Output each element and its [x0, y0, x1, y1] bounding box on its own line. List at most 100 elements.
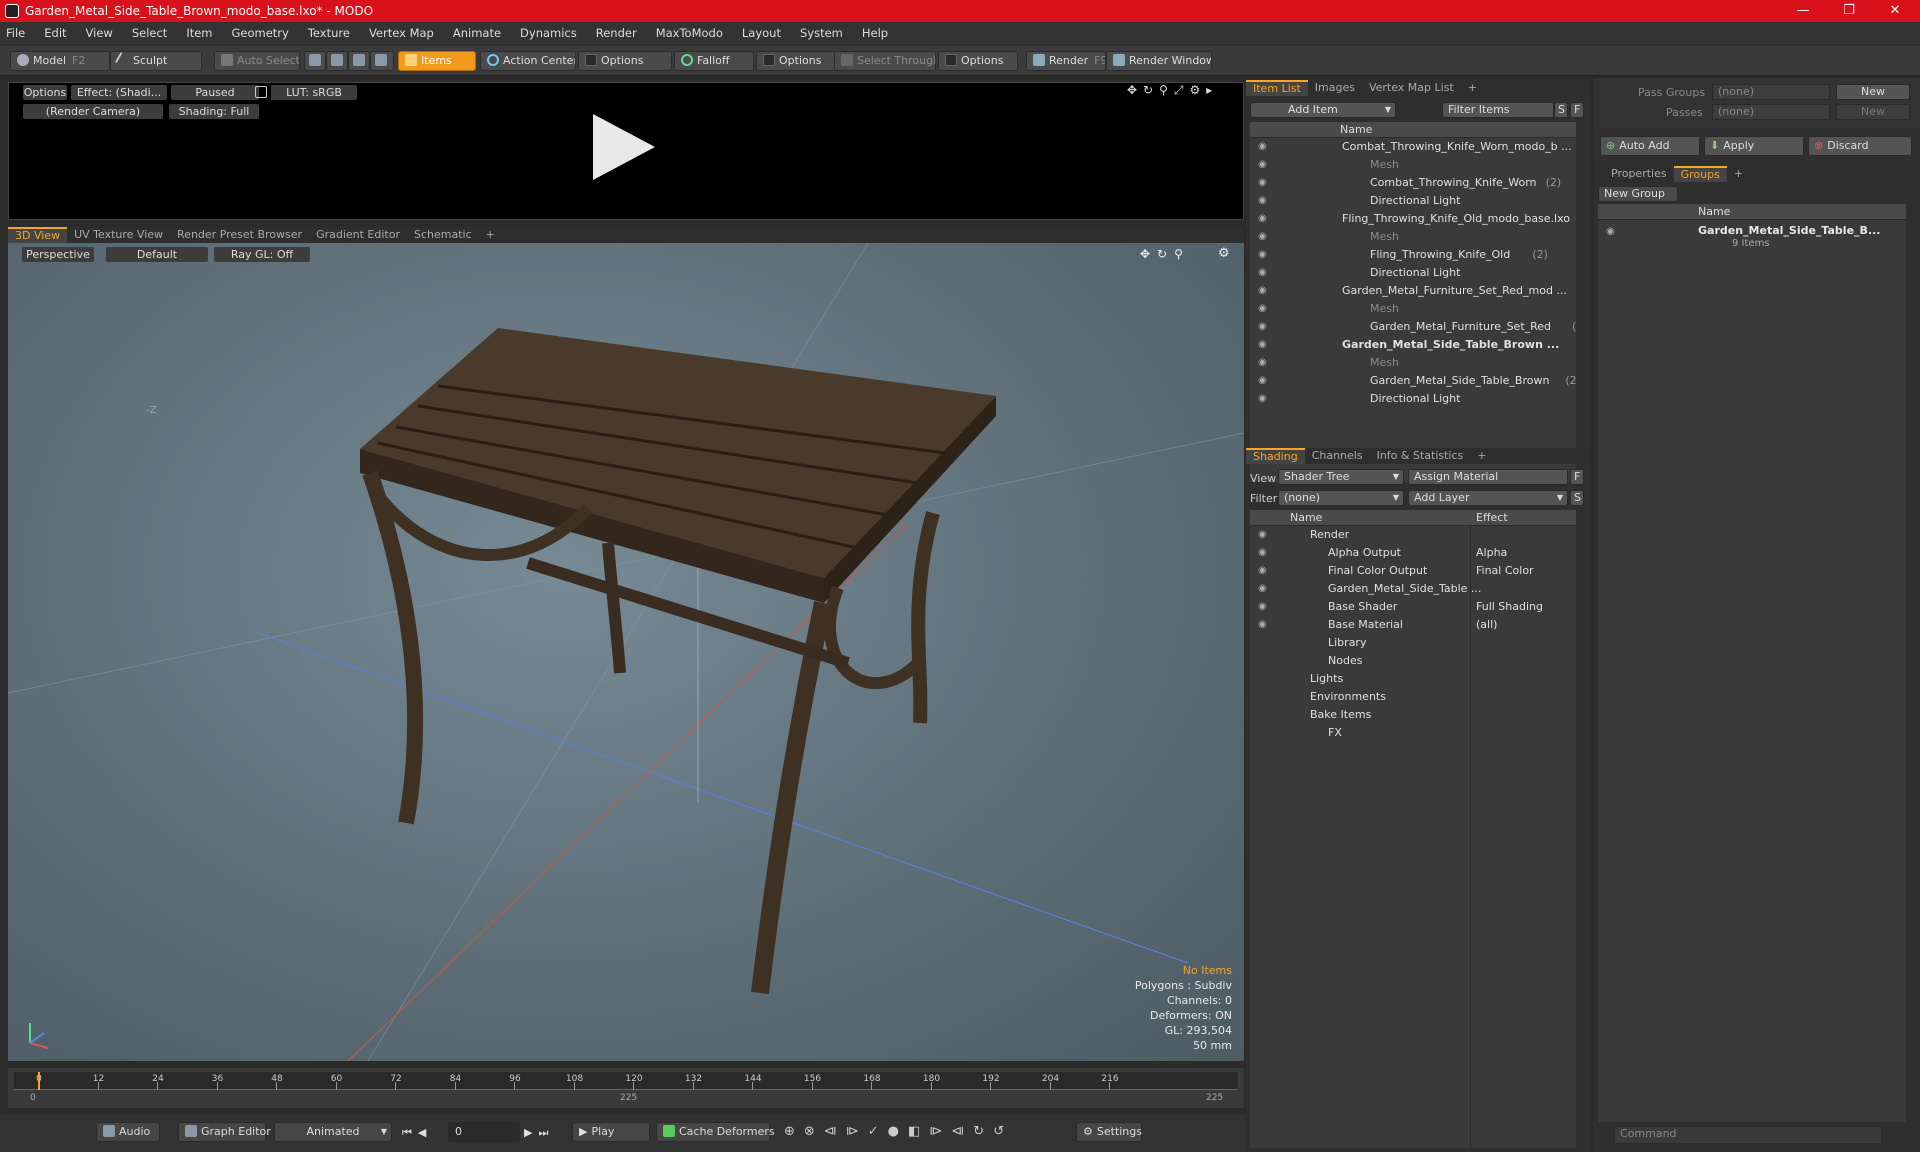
item-list-row[interactable]: ◉ Mesh — [1250, 228, 1576, 246]
tab-3d-view[interactable]: 3D View — [8, 227, 68, 243]
shader-tree-row[interactable]: ◉ Base Shader Full Shading — [1250, 598, 1576, 616]
menu-geometry[interactable]: Geometry — [232, 26, 289, 40]
eye-icon[interactable]: ◉ — [1258, 142, 1270, 152]
menu-vertex-map[interactable]: Vertex Map — [369, 26, 434, 40]
item-list-row[interactable]: ◉ Garden_Metal_Furniture_Set_Red_mod ... — [1250, 282, 1576, 300]
eye-icon[interactable]: ◉ — [1258, 250, 1270, 260]
menu-maxtomodo[interactable]: MaxToModo — [656, 26, 723, 40]
shader-tree-row[interactable]: ◉ Base Material (all) — [1250, 616, 1576, 634]
item-list-row[interactable]: ◉ Combat_Throwing_Knife_Worn (2) — [1250, 174, 1576, 192]
eye-icon[interactable]: ◉ — [1258, 602, 1270, 612]
vertices-mode-button[interactable] — [304, 51, 326, 71]
tab-vertex-map-list[interactable]: Vertex Map List — [1362, 80, 1461, 96]
model-mode-button[interactable]: Model F2 — [10, 51, 110, 71]
item-list-row[interactable]: ◉ Garden_Metal_Furniture_Set_Red (2) — [1250, 318, 1576, 336]
edges-mode-button[interactable] — [326, 51, 348, 71]
3d-viewport[interactable]: -Z Perspective Default Ray GL: Off ✥↻⚲ ⚙… — [8, 243, 1244, 1061]
eye-icon[interactable]: ◉ — [1258, 304, 1270, 314]
eye-icon[interactable]: ◉ — [1258, 530, 1270, 540]
add-tab-button[interactable]: + — [1470, 448, 1493, 464]
shader-filter-dropdown[interactable]: (none) ▼ — [1278, 490, 1404, 506]
eye-icon[interactable]: ◉ — [1258, 214, 1270, 224]
graph-editor-button[interactable]: Graph Editor — [178, 1122, 271, 1142]
item-list-row[interactable]: ◉ Garden_Metal_Side_Table_Brown ... — [1250, 336, 1576, 354]
shader-tree-row[interactable]: ◉ Alpha Output Alpha — [1250, 544, 1576, 562]
add-tab-button[interactable]: + — [1461, 80, 1484, 96]
filter-items-input[interactable]: Filter Items — [1442, 102, 1554, 118]
animated-dropdown[interactable]: Animated ▼ — [274, 1122, 392, 1142]
maximize-button[interactable]: ❐ — [1826, 0, 1872, 22]
item-list-row[interactable]: ◉ Fling_Throwing_Knife_Old_modo_base.lxo — [1250, 210, 1576, 228]
tab-info-statistics[interactable]: Info & Statistics — [1370, 448, 1471, 464]
perspective-dropdown[interactable]: Perspective — [22, 247, 94, 262]
menu-texture[interactable]: Texture — [308, 26, 350, 40]
group-name[interactable]: Garden_Metal_Side_Table_B... — [1698, 224, 1880, 237]
eye-icon[interactable]: ◉ — [1258, 196, 1270, 206]
shader-tree-row[interactable]: ◉ Final Color Output Final Color — [1250, 562, 1576, 580]
shader-tree-row[interactable]: FX — [1250, 724, 1576, 742]
preview-options-button[interactable]: Options — [23, 85, 67, 100]
item-filter-s-button[interactable]: S — [1554, 102, 1568, 118]
shader-tree-row[interactable]: Nodes — [1250, 652, 1576, 670]
view-style-dropdown[interactable]: Default — [106, 247, 208, 262]
materials-mode-button[interactable] — [370, 51, 394, 71]
apply-button[interactable]: ⬇ Apply — [1704, 136, 1804, 156]
preview-paused-toggle[interactable]: Paused — [171, 85, 259, 100]
pass-groups-dropdown[interactable]: (none) — [1712, 84, 1830, 100]
cache-deformers-button[interactable]: Cache Deformers — [656, 1122, 775, 1142]
eye-icon[interactable]: ◉ — [1258, 376, 1270, 386]
shading-f-button[interactable]: F — [1570, 469, 1584, 485]
transport-forward-icons[interactable]: ▶⏭ — [524, 1126, 554, 1140]
new-pass-group-button[interactable]: New — [1836, 84, 1910, 100]
shader-effect-dropdown[interactable]: Final Color — [1476, 562, 1534, 580]
tab-groups[interactable]: Groups — [1673, 166, 1727, 182]
action-center-options-button[interactable]: Options — [578, 51, 672, 71]
add-tab-button[interactable]: + — [479, 227, 502, 243]
eye-icon[interactable]: ◉ — [1258, 268, 1270, 278]
shader-tree-row[interactable]: Environments — [1250, 688, 1576, 706]
discard-button[interactable]: ⊗ Discard — [1808, 136, 1912, 156]
items-mode-button[interactable]: Items — [398, 51, 476, 71]
shader-view-dropdown[interactable]: Shader Tree ▼ — [1278, 469, 1404, 485]
close-button[interactable]: ✕ — [1872, 0, 1918, 22]
garden-side-table-model[interactable] — [360, 328, 996, 995]
command-input[interactable]: Command — [1614, 1126, 1882, 1144]
shader-tree-row[interactable]: Bake Items — [1250, 706, 1576, 724]
eye-icon[interactable]: ◉ — [1606, 226, 1615, 237]
shader-tree-row[interactable]: Lights — [1250, 670, 1576, 688]
play-button[interactable]: ▶ Play — [572, 1122, 650, 1142]
menu-help[interactable]: Help — [862, 26, 888, 40]
shader-tree-row[interactable]: Library — [1250, 634, 1576, 652]
eye-icon[interactable]: ◉ — [1258, 340, 1270, 350]
tab-item-list[interactable]: Item List — [1246, 80, 1308, 96]
frame-input[interactable]: 0 — [448, 1122, 520, 1142]
menu-view[interactable]: View — [86, 26, 113, 40]
lut-dropdown[interactable]: LUT: sRGB — [271, 85, 357, 100]
tab-schematic[interactable]: Schematic — [407, 227, 479, 243]
item-list-row[interactable]: ◉ Directional Light — [1250, 390, 1576, 408]
auto-add-button[interactable]: ⊕ Auto Add — [1600, 136, 1700, 156]
tab-gradient-editor[interactable]: Gradient Editor — [309, 227, 407, 243]
menu-file[interactable]: File — [6, 26, 25, 40]
tab-render-preset-browser[interactable]: Render Preset Browser — [170, 227, 309, 243]
add-tab-button[interactable]: + — [1727, 166, 1750, 182]
add-layer-dropdown[interactable]: Add Layer ▼ — [1408, 490, 1568, 506]
shader-effect-dropdown[interactable]: Alpha — [1476, 544, 1507, 562]
settings-button[interactable]: ⚙ Settings — [1076, 1122, 1142, 1142]
item-list-row[interactable]: ◉ Fling_Throwing_Knife_Old (2) — [1250, 246, 1576, 264]
render-window-button[interactable]: Render Window — [1106, 51, 1212, 71]
tab-uv-texture-view[interactable]: UV Texture View — [67, 227, 170, 243]
tab-channels[interactable]: Channels — [1305, 448, 1370, 464]
shader-effect-dropdown[interactable]: (all) — [1476, 616, 1497, 634]
sculpt-mode-button[interactable]: Sculpt — [110, 51, 202, 71]
viewport-settings-icon[interactable]: ⚙ — [1218, 246, 1230, 261]
eye-icon[interactable]: ◉ — [1258, 322, 1270, 332]
item-list-row[interactable]: ◉ Directional Light — [1250, 264, 1576, 282]
item-list-row[interactable]: ◉ Mesh — [1250, 354, 1576, 372]
audio-button[interactable]: Audio — [96, 1122, 160, 1142]
item-filter-f-button[interactable]: F — [1570, 102, 1584, 118]
shading-s-button[interactable]: S — [1570, 490, 1584, 506]
eye-icon[interactable]: ◉ — [1258, 358, 1270, 368]
item-list-row[interactable]: ◉ Garden_Metal_Side_Table_Brown (2) — [1250, 372, 1576, 390]
eye-icon[interactable]: ◉ — [1258, 286, 1270, 296]
